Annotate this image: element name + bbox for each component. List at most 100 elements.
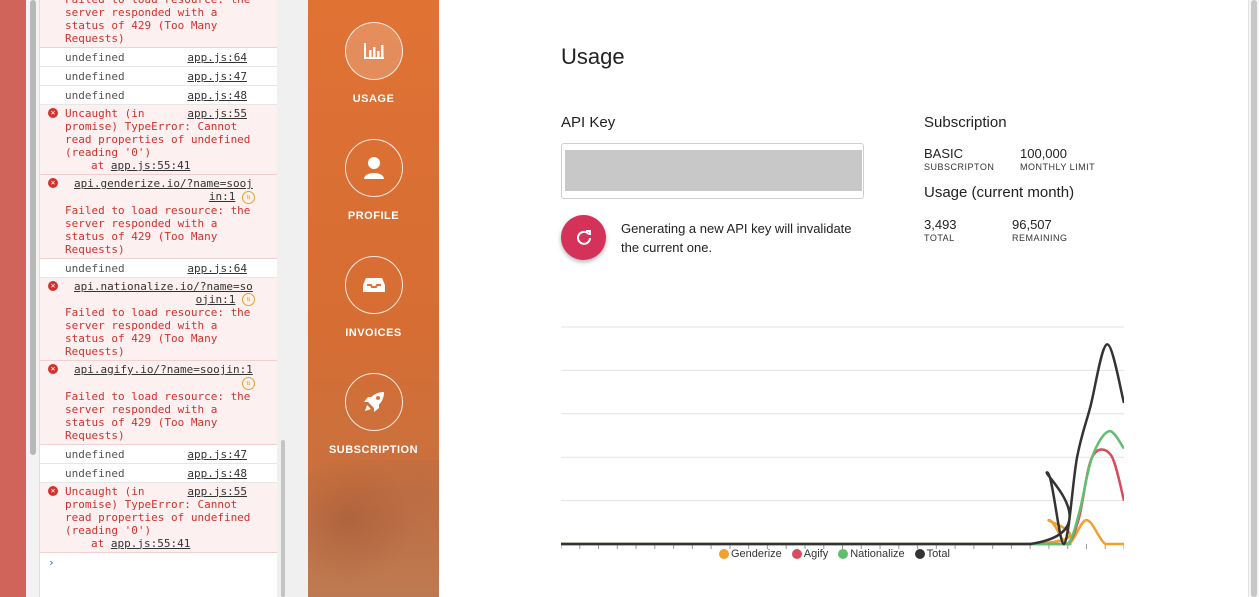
user-icon	[363, 157, 384, 179]
refresh-icon	[576, 229, 591, 245]
main-content: Usage API Key Generating a new API key w…	[439, 0, 1248, 597]
console-prompt[interactable]: ›	[40, 553, 277, 573]
api-key-label: API Key	[561, 114, 616, 131]
log-message: undefined	[65, 466, 125, 480]
source-link[interactable]: app.js:55	[187, 485, 247, 498]
remaining-stat: 96,507 REMAINING	[1012, 217, 1068, 243]
console-error-continuation: Failed to load resource: the server resp…	[40, 0, 277, 48]
console-error-entry: ✕ app.js:55 Uncaught (in promise) TypeErro…	[40, 105, 277, 175]
error-icon: ✕	[48, 280, 58, 291]
plan-key: SUBSCRIPTON	[924, 162, 995, 172]
network-warning-icon[interactable]: ⇅	[242, 376, 255, 390]
rocket-icon	[363, 392, 384, 412]
error-message: Failed to load resource: the server resp…	[65, 389, 251, 442]
sidebar-item-label: INVOICES	[345, 327, 402, 339]
console-network-error-entry: ✕ api.nationalize.io/?name=so ojin:1 ⇅ Fail…	[40, 277, 277, 361]
sidebar-item-label: USAGE	[352, 93, 395, 105]
console-log-entry: undefined app.js:47	[40, 67, 277, 86]
request-url-cont[interactable]: ojin:1	[196, 293, 236, 306]
network-warning-icon[interactable]: ⇅	[242, 293, 255, 306]
error-icon: ✕	[48, 108, 58, 118]
console-log-entry: undefined app.js:47	[40, 445, 277, 464]
stack-link[interactable]: app.js:55:41	[111, 537, 190, 550]
network-warning-icon[interactable]: ⇅	[242, 190, 255, 204]
error-icon: ✕	[48, 485, 58, 496]
request-url[interactable]: api.nationalize.io/?name=so	[74, 280, 273, 293]
legend-label: Genderize	[731, 548, 782, 560]
sidebar-item-label: PROFILE	[347, 210, 400, 222]
console-network-error-entry: ✕ api.agify.io/?name=soojin:1 ⇅ Failed to …	[40, 361, 277, 445]
stack-link[interactable]: app.js:55:41	[111, 159, 190, 172]
log-message: undefined	[65, 447, 125, 461]
api-key-redacted-value	[565, 150, 862, 191]
total-stat: 3,493 TOTAL	[924, 217, 957, 243]
legend-item-genderize[interactable]: Genderize	[719, 548, 782, 560]
legend-item-nationalize[interactable]: Nationalize	[838, 548, 905, 560]
series-line-agify	[561, 448, 1124, 546]
subscription-label: Subscription	[924, 114, 1007, 131]
source-link[interactable]: app.js:47	[187, 70, 247, 83]
sidebar-item-label: SUBSCRIPTION	[328, 444, 419, 456]
total-key: TOTAL	[924, 233, 955, 243]
sidebar-background-photo	[308, 460, 439, 597]
series-line-genderize	[561, 518, 1124, 546]
sidebar-item-profile[interactable]: PROFILE	[308, 139, 439, 222]
stack-prefix: at	[91, 536, 111, 550]
console-log-entry: undefined app.js:48	[40, 86, 277, 105]
plan-value: BASIC	[924, 146, 964, 161]
source-link[interactable]: app.js:55	[187, 107, 247, 120]
limit-value: 100,000	[1020, 146, 1067, 161]
error-message: Failed to load resource: the server resp…	[65, 0, 250, 45]
devtools-console: Failed to load resource: the server resp…	[40, 0, 277, 597]
profile-icon-circle	[344, 139, 403, 197]
log-message: undefined	[65, 261, 125, 275]
console-log-entry: undefined app.js:48	[40, 464, 277, 483]
page-title: Usage	[561, 44, 625, 69]
devtools-scrollbar[interactable]	[281, 440, 285, 597]
error-message: Failed to load resource: the server resp…	[65, 203, 251, 256]
legend-dot	[719, 549, 729, 560]
remaining-key: REMAINING	[1012, 233, 1068, 243]
total-value: 3,493	[924, 217, 957, 232]
invoices-icon-circle	[344, 256, 403, 314]
page-scrollbar[interactable]	[1248, 0, 1259, 597]
request-url[interactable]: api.agify.io/?name=soojin:1	[74, 363, 273, 376]
sidebar-item-usage[interactable]: USAGE	[308, 22, 439, 105]
api-key-field[interactable]	[561, 143, 864, 199]
chart-legend: Genderize Agify Nationalize Total	[719, 548, 950, 560]
legend-item-total[interactable]: Total	[914, 548, 950, 560]
sidebar-item-subscription[interactable]: SUBSCRIPTION	[308, 373, 439, 456]
source-link[interactable]: app.js:48	[187, 467, 247, 480]
series-line-total	[561, 343, 1124, 546]
console-error-entry: ✕ app.js:55 Uncaught (in promise) TypeErro…	[40, 482, 277, 553]
legend-item-agify[interactable]: Agify	[791, 548, 829, 560]
console-scrollbar[interactable]	[30, 0, 36, 455]
usage-chart	[561, 326, 1124, 549]
regenerate-api-key-button[interactable]	[561, 215, 606, 260]
error-icon: ✕	[48, 178, 58, 188]
console-log-entry: undefined app.js:64	[40, 259, 277, 278]
error-message: Failed to load resource: the server resp…	[65, 306, 251, 358]
source-link[interactable]: app.js:64	[187, 51, 247, 64]
bar-chart-icon	[363, 43, 384, 59]
limit-stat: 100,000 MONTHLY LIMIT	[1020, 146, 1095, 172]
console-log-entry: undefined app.js:64	[40, 48, 277, 67]
request-url[interactable]: api.genderize.io/?name=sooj	[74, 177, 273, 190]
request-url-cont[interactable]: in:1	[209, 190, 236, 203]
log-message: undefined	[65, 89, 125, 102]
source-link[interactable]: app.js:48	[187, 89, 247, 102]
legend-dot	[791, 549, 802, 560]
legend-label: Nationalize	[850, 548, 905, 560]
background-page-strip	[0, 0, 26, 597]
app-sidebar: USAGE PROFILE INVOICES SUBSCRIPTION	[308, 0, 439, 597]
page-scrollbar-thumb[interactable]	[1251, 0, 1257, 597]
source-link[interactable]: app.js:47	[187, 448, 247, 461]
limit-key: MONTHLY LIMIT	[1020, 162, 1096, 172]
sidebar-item-invoices[interactable]: INVOICES	[308, 256, 439, 339]
console-network-error-entry: ✕ api.genderize.io/?name=sooj in:1 ⇅ Failed…	[40, 175, 277, 259]
inbox-icon	[362, 278, 385, 292]
log-message: undefined	[65, 70, 125, 83]
source-link[interactable]: app.js:64	[187, 262, 247, 275]
legend-label: Agify	[803, 548, 829, 560]
legend-dot	[838, 549, 849, 560]
